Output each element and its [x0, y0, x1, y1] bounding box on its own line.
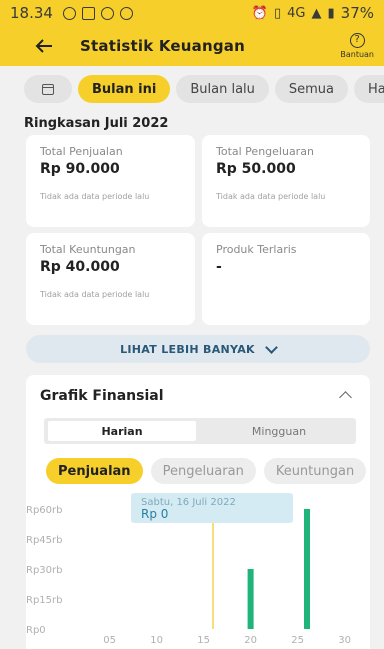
chevron-up-icon[interactable]	[339, 391, 352, 404]
period-segmented-control: Harian Mingguan	[44, 418, 356, 444]
page-title: Statistik Keuangan	[80, 37, 245, 55]
filter-chip-bulan-lalu[interactable]: Bulan lalu	[176, 75, 269, 103]
battery-percent: 37%	[340, 4, 374, 22]
system-icons: ⏰ ▯ 4G ▲ ▮ 37%	[252, 4, 374, 22]
status-bar: 18.34 ⏰ ▯ 4G ▲ ▮ 37%	[0, 0, 384, 26]
x-tick-label: 25	[291, 635, 304, 646]
summary-card-keuntungan: Total Keuntungan Rp 40.000 Tidak ada dat…	[26, 233, 195, 325]
tab-penjualan[interactable]: Penjualan	[46, 458, 143, 484]
y-tick-label: Rp0	[26, 625, 46, 636]
filter-chip-bulan-ini[interactable]: Bulan ini	[78, 75, 171, 103]
filter-chip-semua[interactable]: Semua	[274, 75, 349, 103]
battery-icon: ▮	[327, 5, 335, 21]
calendar-icon	[42, 83, 54, 95]
signal-icon: ▲	[311, 5, 322, 21]
help-button[interactable]: ? Bantuan	[340, 33, 374, 59]
tab-keuntungan[interactable]: Keuntungan	[263, 458, 367, 484]
x-tick-label: 10	[150, 635, 163, 646]
y-tick-label: Rp45rb	[26, 535, 62, 546]
card-value: Rp 90.000	[40, 161, 120, 177]
metric-tabs: Penjualan Pengeluaran Keuntungan	[46, 458, 367, 484]
back-button[interactable]	[24, 26, 64, 66]
question-circle-icon: ?	[349, 33, 365, 48]
y-tick-label: Rp60rb	[26, 505, 62, 516]
summary-card-penjualan: Total Penjualan Rp 90.000 Tidak ada data…	[26, 135, 195, 227]
instagram-icon-2	[119, 6, 133, 20]
chart-bar	[304, 509, 310, 629]
arrow-left-icon	[35, 39, 52, 53]
daily-sales-chart[interactable]: Rp60rbRp45rbRp30rbRp15rbRp005 10 15 20 25 30S…	[26, 485, 370, 649]
instagram-icon	[100, 6, 114, 20]
network-type: 4G	[287, 5, 306, 21]
x-tick-label: 15	[197, 635, 210, 646]
summary-title: Ringkasan Juli 2022	[24, 116, 169, 131]
calendar-filter-button[interactable]	[24, 75, 72, 103]
period-filter-bar: Bulan ini Bulan lalu Semua Hari ini	[0, 66, 384, 112]
segment-harian[interactable]: Harian	[48, 421, 196, 441]
chevron-down-icon	[265, 340, 278, 354]
tooltip-value: Rp 0	[141, 507, 168, 521]
y-tick-label: Rp30rb	[26, 565, 62, 576]
tab-pengeluaran[interactable]: Pengeluaran	[150, 458, 256, 484]
status-time: 18.34	[10, 4, 53, 22]
summary-card-pengeluaran: Total Pengeluaran Rp 50.000 Tidak ada da…	[202, 135, 370, 227]
card-value: Rp 40.000	[40, 259, 120, 275]
card-label: Total Penjualan	[40, 145, 123, 158]
alarm-icon: ⏰	[251, 5, 268, 21]
card-label: Total Keuntungan	[40, 243, 136, 256]
summary-card-produk-terlaris: Produk Terlaris -	[202, 233, 370, 325]
notification-icons	[62, 6, 133, 20]
filter-chip-hari-ini[interactable]: Hari ini	[354, 75, 384, 103]
card-label: Total Pengeluaran	[216, 145, 314, 158]
vibrate-icon: ▯	[273, 5, 282, 21]
see-more-button[interactable]: LIHAT LEBIH BANYAK	[26, 335, 370, 363]
message-icon	[81, 6, 95, 20]
y-tick-label: Rp15rb	[26, 595, 62, 606]
card-label: Produk Terlaris	[216, 243, 297, 256]
finance-chart-card: Grafik Finansial Harian Mingguan Penjual…	[26, 375, 370, 649]
help-label: Bantuan	[340, 50, 374, 59]
x-tick-label: 20	[244, 635, 257, 646]
card-note: Tidak ada data periode lalu	[216, 192, 326, 201]
x-tick-label: 30	[338, 635, 351, 646]
segment-mingguan[interactable]: Mingguan	[204, 421, 354, 441]
card-note: Tidak ada data periode lalu	[40, 290, 150, 299]
x-tick-label: 05	[103, 635, 116, 646]
see-more-label: LIHAT LEBIH BANYAK	[120, 342, 255, 356]
app-bar: Statistik Keuangan ? Bantuan	[0, 26, 384, 66]
whatsapp-icon	[62, 6, 76, 20]
card-note: Tidak ada data periode lalu	[40, 192, 150, 201]
card-value: Rp 50.000	[216, 161, 296, 177]
chart-bar	[247, 569, 254, 629]
chart-section-title: Grafik Finansial	[40, 388, 164, 404]
card-value: -	[216, 259, 222, 275]
